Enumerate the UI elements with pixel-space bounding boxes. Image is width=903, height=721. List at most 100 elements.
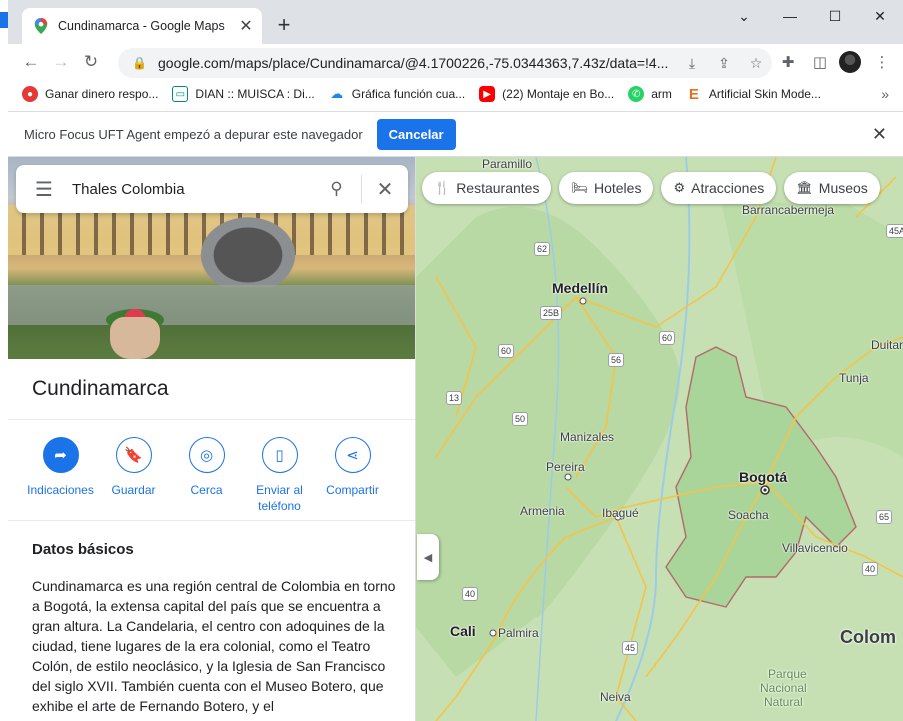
side-panel-icon[interactable]: ◫	[804, 44, 836, 80]
place-description: Cundinamarca es una región central de Co…	[32, 578, 396, 714]
save-button[interactable]: 🔖 Guardar	[97, 437, 170, 514]
bookmark-item[interactable]: ✆ arm	[628, 86, 672, 102]
lock-icon[interactable]: 🔒	[132, 56, 147, 70]
road-shield: 40	[862, 562, 879, 576]
address-bar[interactable]: 🔒 google.com/maps/place/Cundinamarca/@4.…	[118, 48, 772, 78]
more-bookmarks-chevron-icon[interactable]: »	[881, 86, 889, 102]
map-label-armenia: Armenia	[520, 504, 565, 518]
map-label-bogota: Bogotá	[739, 469, 788, 485]
bookmarks-bar: ● Ganar dinero respo... ▭ DIAN :: MUISCA…	[8, 80, 903, 108]
map-label-colombia: Colom	[840, 627, 896, 647]
reload-icon[interactable]: ↻	[76, 52, 106, 72]
map-canvas[interactable]: Paramillo Barrancabermeja Medellín Duita…	[416, 157, 903, 721]
directions-button[interactable]: ➦ Indicaciones	[24, 437, 97, 514]
browser-tab[interactable]: Cundinamarca - Google Maps ✕	[22, 8, 262, 44]
bookmark-label: DIAN :: MUISCA : Di...	[195, 87, 315, 101]
clear-search-icon[interactable]: ✕	[362, 177, 408, 202]
action-label: Enviar al teléfono	[256, 483, 303, 513]
map-label-pereira: Pereira	[546, 460, 585, 474]
map-label-natural: Natural	[764, 695, 803, 709]
url-text[interactable]: google.com/maps/place/Cundinamarca/@4.17…	[158, 55, 676, 71]
chip-museos[interactable]: 🏛 Museos	[784, 172, 880, 204]
bookmark-label: Artificial Skin Mode...	[708, 87, 821, 101]
nearby-icon: ◎	[188, 437, 225, 473]
collapse-panel-button[interactable]: ◀	[417, 534, 439, 580]
action-label: Guardar	[111, 483, 156, 497]
chevron-left-icon: ◀	[423, 551, 433, 564]
chip-atracciones[interactable]: ⚙ Atracciones	[661, 172, 777, 204]
search-icon[interactable]: ⚲	[312, 175, 362, 203]
chip-restaurantes[interactable]: 🍴 Restaurantes	[422, 172, 552, 204]
divider	[8, 520, 415, 521]
bookmark-item[interactable]: ▶ (22) Montaje en Bo...	[479, 86, 614, 102]
action-buttons: ➦ Indicaciones 🔖 Guardar ◎ Cerca ▯ Envia…	[24, 437, 404, 514]
divider	[8, 419, 415, 420]
close-infobar-icon[interactable]: ✕	[872, 124, 887, 145]
profile-avatar[interactable]	[834, 44, 866, 80]
map-label-cali: Cali	[450, 623, 476, 639]
nearby-button[interactable]: ◎ Cerca	[170, 437, 243, 514]
maximize-button[interactable]: ☐	[813, 0, 857, 32]
search-input[interactable]: Thales Colombia	[72, 181, 312, 198]
close-window-button[interactable]: ✕	[858, 0, 902, 32]
chip-label: Hoteles	[593, 180, 642, 196]
map-label-parque: Parque	[768, 667, 807, 681]
hotel-icon: 🛏	[571, 180, 588, 195]
bookmark-item[interactable]: ▭ DIAN :: MUISCA : Di...	[172, 86, 315, 102]
new-tab-button[interactable]: +	[270, 12, 298, 38]
map-label-manizales: Manizales	[560, 430, 615, 444]
map-label-duitama: Duitar	[871, 338, 903, 352]
install-icon[interactable]: ⤓	[676, 55, 708, 72]
share-page-icon[interactable]: ⇪	[708, 55, 740, 72]
back-arrow-icon[interactable]: ←	[16, 52, 46, 72]
action-label: Compartir	[326, 483, 379, 497]
hamburger-menu-icon[interactable]: ☰	[16, 177, 72, 202]
close-tab-icon[interactable]: ✕	[238, 16, 254, 36]
chrome-menu-icon[interactable]: ⋮	[866, 44, 898, 80]
directions-icon: ➦	[42, 437, 79, 473]
bookmark-item[interactable]: E Artificial Skin Mode...	[685, 86, 821, 103]
chip-label: Atracciones	[691, 180, 765, 196]
youtube-icon: ▶	[479, 86, 496, 102]
bookmark-item[interactable]: ● Ganar dinero respo...	[22, 86, 158, 102]
send-to-phone-icon: ▯	[261, 437, 298, 473]
google-maps-pin-icon	[34, 18, 48, 34]
minimize-button[interactable]: —	[768, 0, 812, 32]
section-title: Datos básicos	[32, 541, 134, 558]
road-shield: 45A	[886, 224, 903, 238]
tab-strip: Cundinamarca - Google Maps ✕ + ⌄ — ☐ ✕	[8, 0, 903, 44]
map-label-palmira: Palmira	[498, 626, 539, 640]
cancel-button[interactable]: Cancelar	[376, 118, 456, 150]
red-circle-icon: ●	[22, 86, 38, 102]
map-label-neiva: Neiva	[600, 690, 631, 704]
restaurant-icon: 🍴	[434, 180, 451, 195]
place-panel: ☰ Thales Colombia ⚲ ✕ Cundinamarca ➦ Ind…	[8, 157, 416, 721]
bookmark-item[interactable]: ☁ Gráfica función cua...	[328, 86, 465, 102]
debug-infobar: Micro Focus UFT Agent empezó a depurar e…	[8, 111, 903, 157]
road-shield: 25B	[540, 306, 563, 320]
elsevier-icon: E	[685, 86, 702, 103]
road-shield: 60	[498, 344, 515, 358]
share-button[interactable]: ⋖ Compartir	[316, 437, 389, 514]
chip-label: Museos	[818, 180, 868, 196]
infobar-message: Micro Focus UFT Agent empezó a depurar e…	[24, 126, 363, 142]
tab-search-chevron-icon[interactable]: ⌄	[722, 0, 766, 32]
forward-arrow-icon[interactable]: →	[46, 52, 76, 72]
background-window-edge	[0, 0, 8, 721]
category-chips: 🍴 Restaurantes 🛏 Hoteles ⚙ Atracciones 🏛…	[422, 172, 888, 204]
road-shield: 60	[659, 331, 676, 345]
bookmark-label: Ganar dinero respo...	[45, 87, 159, 101]
share-icon: ⋖	[334, 437, 371, 473]
action-label: Indicaciones	[27, 483, 94, 497]
place-title: Cundinamarca	[32, 377, 169, 400]
museum-icon: 🏛	[796, 180, 813, 195]
star-bookmark-icon[interactable]: ☆	[740, 55, 772, 72]
send-to-phone-button[interactable]: ▯ Enviar al teléfono	[243, 437, 316, 514]
road-shield: 56	[608, 353, 625, 367]
chip-hoteles[interactable]: 🛏 Hoteles	[559, 172, 654, 204]
cloud-icon: ☁	[328, 86, 345, 102]
map-label-tunja: Tunja	[839, 371, 869, 385]
road-shield: 45	[622, 641, 639, 655]
road-shield: 13	[446, 391, 463, 405]
extensions-puzzle-icon[interactable]: ✚	[772, 44, 804, 80]
